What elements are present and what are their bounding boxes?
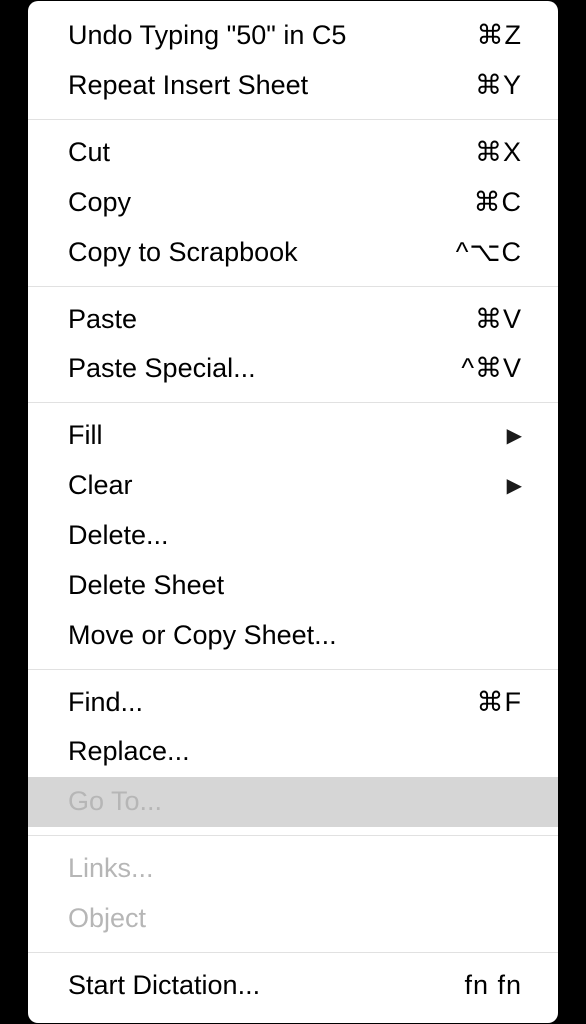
menu-item-label: Object (68, 898, 522, 940)
menu-item-label: Fill (68, 415, 402, 457)
menu-item-delete-sheet[interactable]: Delete Sheet (28, 561, 558, 611)
menu-item-label: Find... (68, 682, 402, 724)
menu-item-shortcut: ⌘V (402, 299, 522, 341)
menu-item-label: Repeat Insert Sheet (68, 65, 402, 107)
menu-separator (28, 835, 558, 836)
submenu-arrow-icon: ▶ (402, 421, 522, 452)
menu-item-links: Links... (28, 844, 558, 894)
menu-item-replace[interactable]: Replace... (28, 727, 558, 777)
menu-item-paste-special[interactable]: Paste Special... ^⌘V (28, 344, 558, 394)
menu-item-fill[interactable]: Fill ▶ (28, 411, 558, 461)
menu-item-label: Copy (68, 182, 402, 224)
menu-item-shortcut: ⌘X (402, 132, 522, 174)
edit-menu: Undo Typing "50" in C5 ⌘Z Repeat Insert … (28, 1, 558, 1022)
menu-item-shortcut: ⌘Z (402, 15, 522, 57)
menu-item-undo[interactable]: Undo Typing "50" in C5 ⌘Z (28, 11, 558, 61)
menu-item-label: Delete Sheet (68, 565, 522, 607)
menu-item-copy[interactable]: Copy ⌘C (28, 178, 558, 228)
menu-item-label: Undo Typing "50" in C5 (68, 15, 402, 57)
menu-item-go-to: Go To... (28, 777, 558, 827)
menu-item-clear[interactable]: Clear ▶ (28, 461, 558, 511)
menu-item-repeat[interactable]: Repeat Insert Sheet ⌘Y (28, 61, 558, 111)
menu-item-label: Paste (68, 299, 402, 341)
menu-item-cut[interactable]: Cut ⌘X (28, 128, 558, 178)
menu-separator (28, 119, 558, 120)
menu-item-label: Go To... (68, 781, 522, 823)
menu-item-shortcut: ^⌘V (402, 348, 522, 390)
menu-item-shortcut: fn fn (402, 965, 522, 1007)
menu-item-label: Cut (68, 132, 402, 174)
menu-item-shortcut: ⌘F (402, 682, 522, 724)
menu-item-label: Paste Special... (68, 348, 402, 390)
menu-item-shortcut: ^⌥C (402, 232, 522, 274)
menu-item-start-dictation[interactable]: Start Dictation... fn fn (28, 961, 558, 1011)
menu-item-find[interactable]: Find... ⌘F (28, 678, 558, 728)
menu-item-label: Delete... (68, 515, 522, 557)
menu-item-label: Replace... (68, 731, 522, 773)
menu-item-shortcut: ⌘C (402, 182, 522, 224)
menu-item-shortcut: ⌘Y (402, 65, 522, 107)
menu-item-copy-to-scrapbook[interactable]: Copy to Scrapbook ^⌥C (28, 228, 558, 278)
submenu-arrow-icon: ▶ (402, 471, 522, 502)
menu-item-object: Object (28, 894, 558, 944)
menu-item-paste[interactable]: Paste ⌘V (28, 295, 558, 345)
menu-item-label: Start Dictation... (68, 965, 402, 1007)
menu-separator (28, 669, 558, 670)
menu-item-label: Clear (68, 465, 402, 507)
menu-item-label: Links... (68, 848, 522, 890)
menu-item-delete[interactable]: Delete... (28, 511, 558, 561)
menu-item-label: Move or Copy Sheet... (68, 615, 522, 657)
menu-item-move-or-copy-sheet[interactable]: Move or Copy Sheet... (28, 611, 558, 661)
menu-item-label: Copy to Scrapbook (68, 232, 402, 274)
menu-separator (28, 402, 558, 403)
menu-separator (28, 952, 558, 953)
menu-separator (28, 286, 558, 287)
